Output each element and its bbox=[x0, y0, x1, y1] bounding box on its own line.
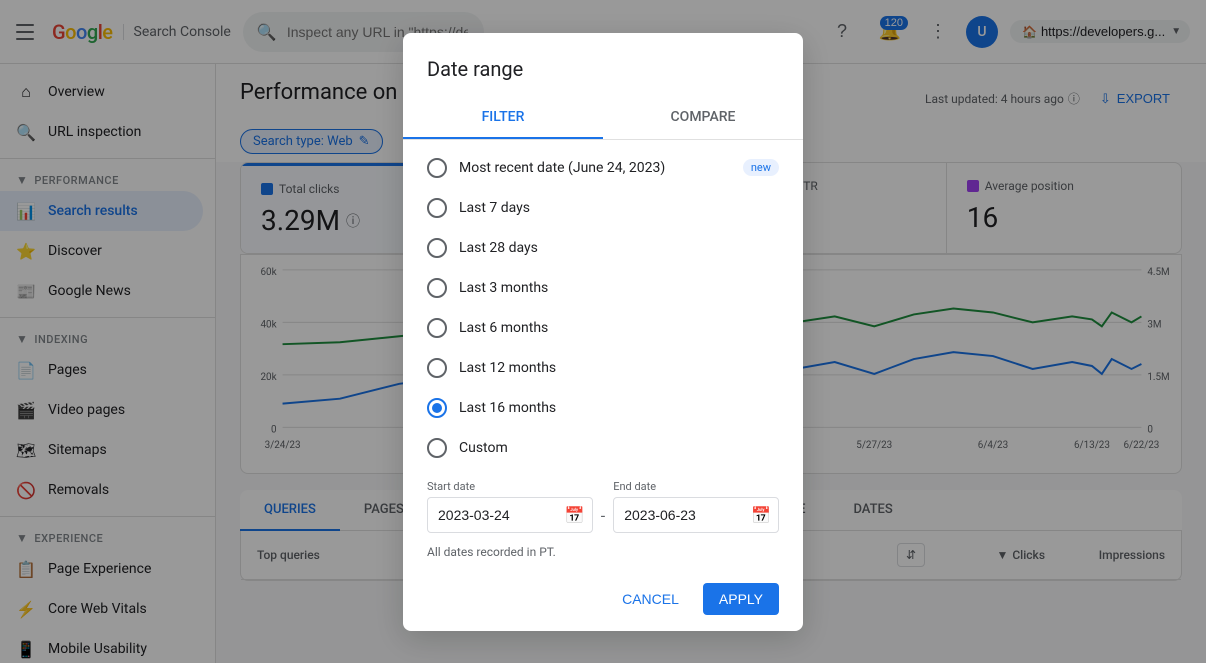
modal-actions: CANCEL APPLY bbox=[403, 571, 803, 631]
radio-most-recent-label: Most recent date (June 24, 2023) bbox=[459, 160, 731, 176]
radio-last-6[interactable]: Last 6 months bbox=[403, 308, 803, 348]
radio-last-3-label: Last 3 months bbox=[459, 280, 779, 296]
radio-last-16[interactable]: Last 16 months bbox=[403, 388, 803, 428]
radio-last-3-circle bbox=[427, 278, 447, 298]
start-date-wrap: Start date 📅 bbox=[427, 480, 593, 533]
modal-overlay[interactable]: Date range FILTER COMPARE Most recent da… bbox=[0, 0, 1206, 663]
radio-most-recent[interactable]: Most recent date (June 24, 2023) new bbox=[403, 148, 803, 188]
modal-title: Date range bbox=[403, 33, 803, 97]
radio-last-3[interactable]: Last 3 months bbox=[403, 268, 803, 308]
modal-tab-filter[interactable]: FILTER bbox=[403, 97, 603, 139]
radio-last-28[interactable]: Last 28 days bbox=[403, 228, 803, 268]
cancel-button[interactable]: CANCEL bbox=[606, 583, 695, 615]
modal-tab-filter-label: FILTER bbox=[482, 109, 525, 125]
end-date-wrap: End date 📅 bbox=[613, 480, 779, 533]
start-date-calendar-icon: 📅 bbox=[565, 505, 585, 524]
radio-last-28-label: Last 28 days bbox=[459, 240, 779, 256]
radio-custom-circle bbox=[427, 438, 447, 458]
radio-last-6-label: Last 6 months bbox=[459, 320, 779, 336]
start-date-field-wrapper: 📅 bbox=[427, 497, 593, 533]
pt-note: All dates recorded in PT. bbox=[403, 537, 803, 563]
modal-body: Most recent date (June 24, 2023) new Las… bbox=[403, 140, 803, 571]
end-date-calendar-icon: 📅 bbox=[751, 505, 771, 524]
radio-last-12-label: Last 12 months bbox=[459, 360, 779, 376]
radio-last-6-circle bbox=[427, 318, 447, 338]
radio-custom-label: Custom bbox=[459, 440, 779, 456]
new-badge: new bbox=[743, 159, 779, 176]
end-date-field-wrapper: 📅 bbox=[613, 497, 779, 533]
radio-last-7[interactable]: Last 7 days bbox=[403, 188, 803, 228]
date-range-modal: Date range FILTER COMPARE Most recent da… bbox=[403, 33, 803, 631]
radio-last-28-circle bbox=[427, 238, 447, 258]
date-inputs: Start date 📅 - End date 📅 bbox=[403, 468, 803, 537]
radio-last-7-label: Last 7 days bbox=[459, 200, 779, 216]
radio-custom[interactable]: Custom bbox=[403, 428, 803, 468]
modal-tab-compare-label: COMPARE bbox=[671, 109, 736, 125]
date-separator: - bbox=[601, 506, 605, 525]
modal-tab-compare[interactable]: COMPARE bbox=[603, 97, 803, 139]
modal-tabs: FILTER COMPARE bbox=[403, 97, 803, 140]
end-date-label: End date bbox=[613, 480, 779, 493]
radio-last-12-circle bbox=[427, 358, 447, 378]
radio-last-7-circle bbox=[427, 198, 447, 218]
radio-most-recent-circle bbox=[427, 158, 447, 178]
radio-last-16-label: Last 16 months bbox=[459, 400, 779, 416]
radio-last-16-circle bbox=[427, 398, 447, 418]
apply-button[interactable]: APPLY bbox=[703, 583, 779, 615]
start-date-label: Start date bbox=[427, 480, 593, 493]
radio-last-12[interactable]: Last 12 months bbox=[403, 348, 803, 388]
